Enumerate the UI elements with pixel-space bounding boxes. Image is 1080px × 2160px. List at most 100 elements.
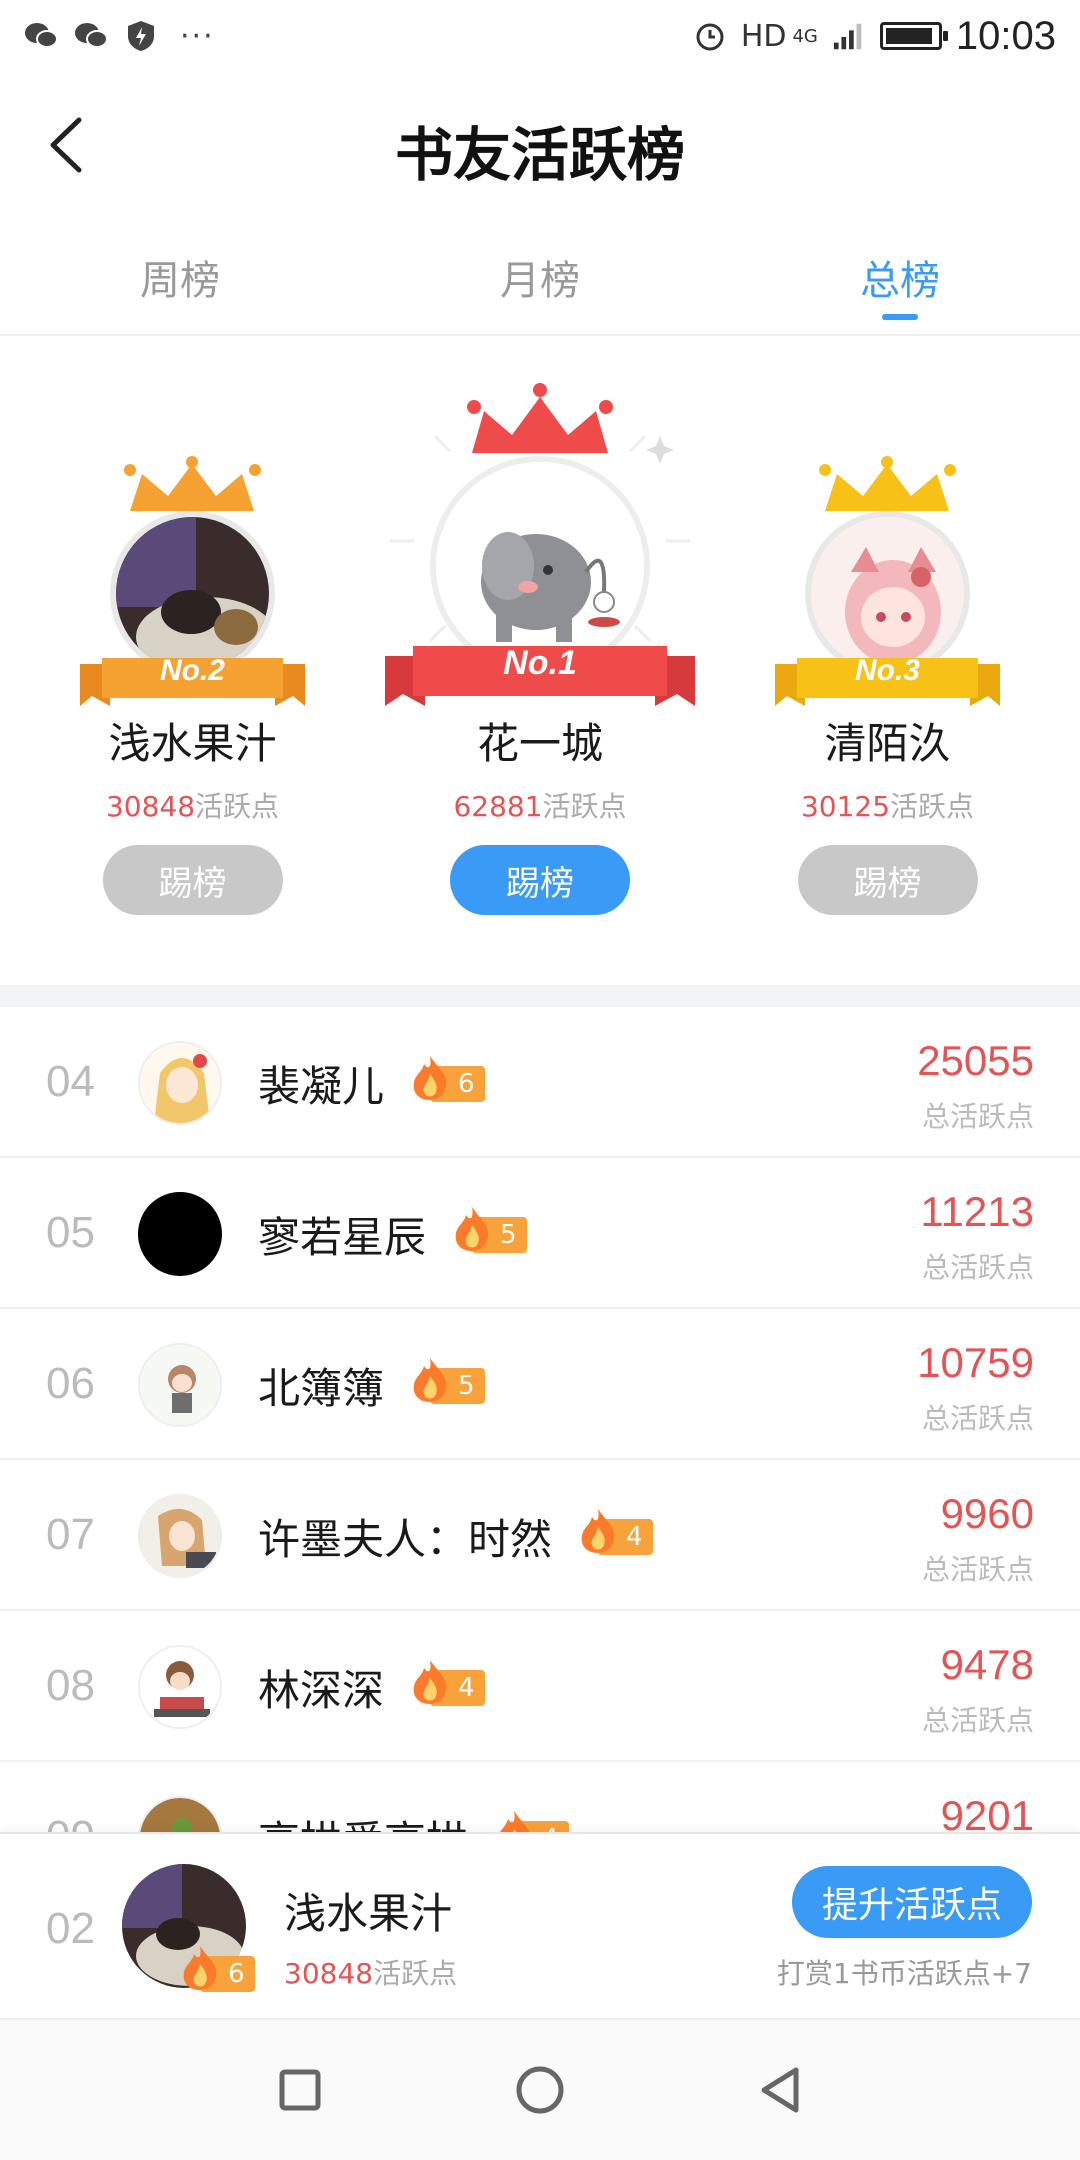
avatar[interactable] [138,1494,222,1578]
boost-points-button[interactable]: 提升活跃点 [792,1866,1032,1938]
level-badge: 4 [581,1508,653,1555]
level-badge: 4 [499,1810,569,1832]
avatar[interactable] [138,1041,222,1125]
avatar[interactable] [138,1192,222,1276]
recents-icon[interactable] [260,2050,340,2130]
user-name-text: 裴凝儿 [258,1062,385,1111]
level-badge: 4 [413,1659,485,1706]
user-name: 高拱爱高拱 4 [258,1808,569,1832]
my-points: 30848活跃点 [284,1952,457,1992]
flame-icon [455,1206,489,1251]
score-value: 9960 [940,1490,1034,1537]
user-name: 北簿簿 5 [258,1355,485,1416]
points-value: 30848 [284,1957,374,1990]
podium-name: 清陌汣 [824,719,951,768]
tab-weekly[interactable]: 周榜 [0,222,360,334]
score-value: 25055 [917,1037,1034,1084]
score-value: 11213 [920,1188,1034,1235]
rank-number: 07 [46,1510,95,1559]
kick-button[interactable]: 踢榜 [450,845,630,915]
flame-icon [413,1055,447,1100]
kick-button[interactable]: 踢榜 [102,845,283,915]
level-badge: 5 [455,1206,527,1253]
podium-points: 30125活跃点 [775,785,1000,825]
active-tab-indicator [882,314,918,320]
tab-label: 周榜 [140,258,220,304]
kick-button[interactable]: 踢榜 [797,845,978,915]
header: 书友活跃榜 [0,72,1080,222]
my-rank-number: 02 [46,1904,95,1953]
list-item[interactable]: 05 寥若星辰 5 11213 总活跃点 [0,1158,1080,1309]
score-label: 总活跃点 [921,1402,1034,1435]
flame-icon [413,1357,447,1402]
tab-monthly[interactable]: 月榜 [360,222,720,334]
level-badge: 6 [413,1055,485,1102]
crown-icon [467,383,613,453]
points-unit: 活跃点 [373,1957,458,1990]
period-tabs: 周榜 月榜 总榜 [0,222,1080,336]
crown-icon [124,456,261,511]
podium-second: No.2 浅水果汁 30848活跃点 踢榜 [80,336,305,915]
points-unit: 活跃点 [542,790,627,823]
list-item[interactable]: 08 林深深 4 9478 总活跃点 [0,1611,1080,1762]
user-name-text: 林深深 [258,1666,385,1715]
back-icon[interactable] [740,2050,820,2130]
podium-name: 浅水果汁 [108,719,277,768]
home-icon[interactable] [500,2050,580,2130]
section-divider [0,985,1080,1007]
more-notifications: ··· [180,18,215,54]
alarm-icon [693,19,727,53]
podium-name: 花一城 [476,719,603,768]
score-label: 总活跃点 [921,1553,1034,1586]
score-label: 总活跃点 [921,1704,1034,1737]
score-value: 9478 [940,1641,1034,1688]
flame-icon [413,1659,447,1704]
flame-icon [183,1946,217,1990]
score-value: 10759 [917,1339,1034,1386]
avatar[interactable] [138,1645,222,1729]
tab-label: 月榜 [500,258,580,304]
battery-icon [879,22,948,50]
list-item[interactable]: 07 许墨夫人：时然 4 9960 总活跃点 [0,1460,1080,1611]
avatar[interactable] [138,1343,222,1427]
tab-label: 总榜 [860,258,940,304]
boost-hint: 打赏1书币活跃点+7 [776,1957,1032,1990]
tab-total[interactable]: 总榜 [720,222,1080,334]
rank-number: 09 [46,1812,95,1832]
points-unit: 活跃点 [195,790,280,823]
user-name-text: 寥若星辰 [258,1213,427,1262]
level-badge: 6 [183,1946,255,1992]
user-name: 裴凝儿 6 [258,1053,485,1114]
podium-third: No.3 清陌汣 30125活跃点 踢榜 [775,336,1000,915]
wechat-icon [74,19,108,53]
rank-badge-first: No.1 [503,644,577,682]
score-label: 总活跃点 [921,1251,1034,1284]
user-name: 寥若星辰 5 [258,1204,527,1265]
list-item[interactable]: 09 高拱爱高拱 4 9201 总活跃点 [0,1762,1080,1832]
network-type: 4G [792,25,818,47]
top-three-podium: No.2 浅水果汁 30848活跃点 踢榜 No.1 花一城 62881活跃点 … [0,336,1080,986]
page-title: 书友活跃榜 [394,121,685,189]
points-value: 62881 [453,790,543,823]
network-label: HD [740,18,787,54]
points-unit: 活跃点 [890,790,975,823]
user-name-text: 许墨夫人：时然 [258,1515,553,1564]
my-rank-bar: 02 6 浅水果汁 30848活跃点 提升活跃点 打赏1书币活跃点+7 [0,1832,1080,2018]
my-name: 浅水果汁 [284,1889,453,1938]
points-value: 30848 [105,790,196,823]
battery-fill [885,28,932,44]
rank-number: 06 [46,1359,95,1408]
user-name: 林深深 4 [258,1657,485,1718]
wechat-icon [24,19,58,53]
list-item[interactable]: 06 北簿簿 5 10759 总活跃点 [0,1309,1080,1460]
shield-icon [124,19,158,53]
score-value: 9201 [940,1792,1034,1832]
user-name-text: 北簿簿 [258,1364,385,1413]
points-value: 30125 [800,790,891,823]
list-item[interactable]: 04 裴凝儿 6 25055 总活跃点 [0,1007,1080,1158]
level-badge: 5 [413,1357,485,1404]
rank-number: 08 [46,1661,95,1710]
user-name-text: 高拱爱高拱 [258,1808,468,1832]
avatar[interactable] [138,1796,222,1832]
rank-list[interactable]: 04 裴凝儿 6 25055 总活跃点 05 寥若星辰 5 11213 总活跃点… [0,1007,1080,1832]
